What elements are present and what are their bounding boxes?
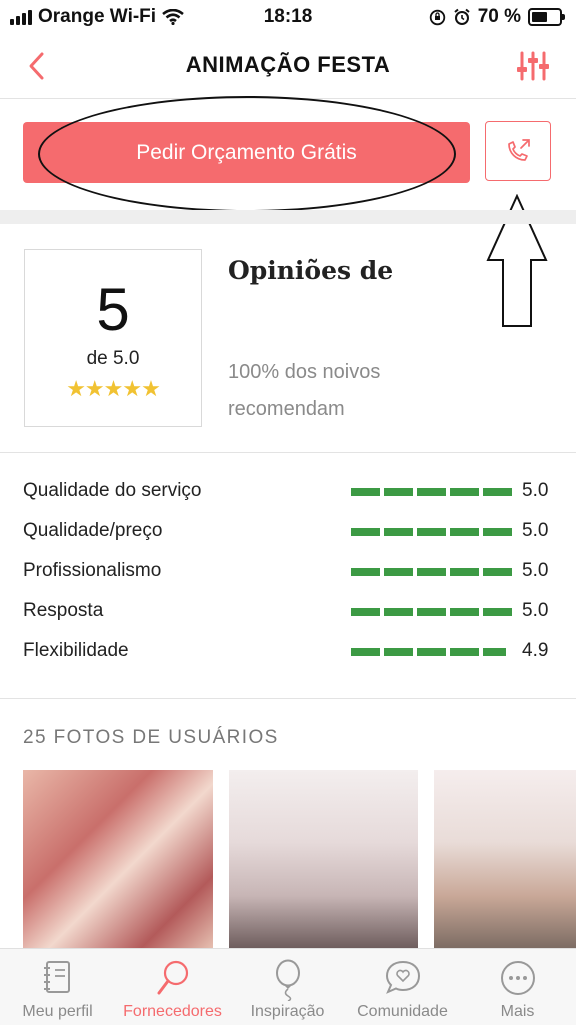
score-bar bbox=[351, 488, 512, 496]
reviews-title: Opiniões de bbox=[228, 256, 394, 285]
score-row: Flexibilidade 4.9 bbox=[23, 632, 553, 672]
page-title: ANIMAÇÃO FESTA bbox=[185, 52, 391, 77]
score-list: Qualidade do serviço 5.0 Qualidade/preço… bbox=[23, 472, 553, 672]
rating-score: 5 bbox=[96, 276, 130, 343]
rating-summary: 5 de 5.0 ★★★★★ bbox=[24, 249, 202, 427]
nav-bar: ANIMAÇÃO FESTA bbox=[0, 34, 576, 99]
user-photo[interactable] bbox=[434, 770, 576, 950]
divider bbox=[0, 452, 576, 453]
score-label: Profissionalismo bbox=[23, 560, 162, 581]
tab-label: Meu perfil bbox=[22, 1003, 93, 1020]
score-bar bbox=[351, 568, 512, 576]
score-label: Flexibilidade bbox=[23, 640, 129, 661]
score-row: Qualidade/preço 5.0 bbox=[23, 512, 553, 552]
score-value: 5.0 bbox=[522, 480, 549, 501]
notebook-icon bbox=[43, 961, 70, 993]
tab-comunidade[interactable]: Comunidade bbox=[345, 949, 460, 1025]
score-value: 4.9 bbox=[522, 640, 549, 661]
score-value: 5.0 bbox=[522, 560, 549, 581]
score-row: Profissionalismo 5.0 bbox=[23, 552, 553, 592]
tab-bar: Meu perfil Fornecedores Inspiração Comun… bbox=[0, 948, 576, 1025]
section-divider bbox=[0, 210, 576, 224]
score-bar bbox=[351, 648, 512, 656]
more-icon bbox=[500, 961, 535, 995]
search-icon bbox=[157, 960, 188, 995]
score-bar bbox=[351, 608, 512, 616]
balloon-icon bbox=[275, 959, 300, 1001]
user-photo[interactable] bbox=[23, 770, 213, 950]
score-row: Qualidade do serviço 5.0 bbox=[23, 472, 553, 512]
chat-heart-icon bbox=[385, 960, 420, 994]
score-row: Resposta 5.0 bbox=[23, 592, 553, 632]
alarm-icon bbox=[454, 8, 470, 25]
tab-inspiracao[interactable]: Inspiração bbox=[230, 949, 345, 1025]
sliders-icon[interactable] bbox=[516, 50, 550, 82]
score-bar bbox=[351, 528, 512, 536]
score-label: Resposta bbox=[23, 600, 104, 621]
recommend-text: 100% dos noivos recomendam bbox=[228, 361, 381, 420]
score-value: 5.0 bbox=[522, 600, 549, 621]
call-button[interactable] bbox=[485, 121, 551, 181]
score-value: 5.0 bbox=[522, 520, 549, 541]
tab-label: Comunidade bbox=[357, 1003, 448, 1020]
divider bbox=[0, 698, 576, 699]
tab-label: Fornecedores bbox=[123, 1003, 222, 1020]
orientation-lock-icon bbox=[429, 9, 445, 25]
request-quote-button[interactable]: Pedir Orçamento Grátis bbox=[23, 122, 470, 183]
user-photo[interactable] bbox=[229, 770, 418, 950]
tab-meu-perfil[interactable]: Meu perfil bbox=[0, 949, 115, 1025]
phone-outgoing-icon bbox=[508, 139, 530, 161]
request-quote-label: Pedir Orçamento Grátis bbox=[136, 140, 357, 164]
score-label: Qualidade/preço bbox=[23, 520, 163, 541]
tab-label: Mais bbox=[500, 1003, 535, 1020]
status-bar: Orange Wi-Fi 18:18 70 % bbox=[0, 0, 576, 34]
star-rating-icon: ★★★★★ bbox=[66, 376, 161, 401]
battery-icon bbox=[528, 8, 565, 26]
tab-fornecedores[interactable]: Fornecedores bbox=[115, 949, 230, 1025]
photos-section-title: 25 FOTOS DE USUÁRIOS bbox=[23, 727, 279, 748]
battery-percent: 70 % bbox=[477, 6, 521, 27]
score-label: Qualidade do serviço bbox=[23, 480, 202, 501]
tab-label: Inspiração bbox=[250, 1003, 325, 1020]
rating-scale: de 5.0 bbox=[86, 348, 140, 369]
tab-mais[interactable]: Mais bbox=[460, 949, 575, 1025]
